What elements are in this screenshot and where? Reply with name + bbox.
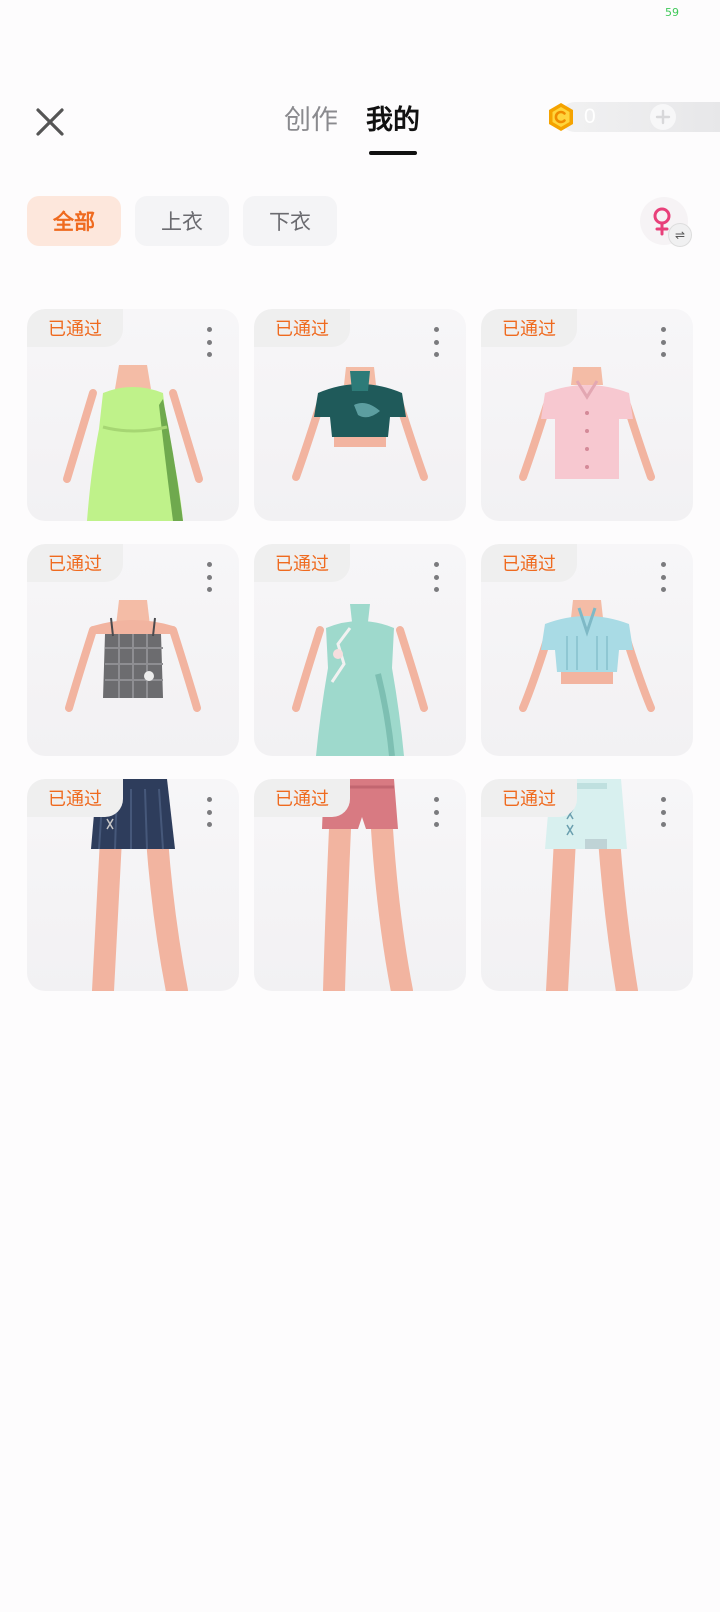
status-badge: 已通过	[481, 544, 577, 582]
status-badge: 已通过	[27, 544, 123, 582]
tab-create[interactable]: 创作	[270, 98, 352, 137]
more-options-button[interactable]	[432, 327, 440, 357]
garment-card[interactable]: 已通过	[254, 544, 466, 756]
swap-icon: ⇌	[668, 223, 692, 247]
more-options-button[interactable]	[659, 797, 667, 827]
status-badge: 已通过	[254, 544, 350, 582]
tab-bar: 创作 我的	[270, 98, 434, 155]
status-badge: 已通过	[481, 779, 577, 817]
add-coins-button[interactable]	[650, 104, 676, 130]
gender-toggle-button[interactable]: ⇌	[640, 197, 692, 247]
wardrobe-grid: 已通过 已通过 已通过 已通过 已通过 已通过 已通过 已通过 已通过	[27, 309, 693, 991]
garment-card[interactable]: 已通过	[254, 779, 466, 991]
coin-value: 0	[584, 105, 596, 128]
close-icon	[36, 108, 64, 136]
more-options-button[interactable]	[205, 327, 213, 357]
coin-icon	[549, 103, 573, 131]
garment-card[interactable]: 已通过	[27, 309, 239, 521]
status-badge: 已通过	[254, 309, 350, 347]
garment-card[interactable]: 已通过	[254, 309, 466, 521]
more-options-button[interactable]	[432, 562, 440, 592]
tab-create-label: 创作	[284, 105, 338, 136]
active-tab-indicator	[369, 151, 417, 155]
status-badge: 已通过	[481, 309, 577, 347]
top-bar: 创作 我的 0	[0, 88, 720, 158]
more-options-button[interactable]	[432, 797, 440, 827]
close-button[interactable]	[30, 102, 70, 142]
plus-icon	[655, 109, 671, 125]
more-options-button[interactable]	[659, 327, 667, 357]
garment-card[interactable]: 已通过	[481, 309, 693, 521]
status-badge: 已通过	[27, 309, 123, 347]
fps-counter: 59	[665, 6, 679, 19]
garment-card[interactable]: 已通过	[27, 544, 239, 756]
more-options-button[interactable]	[205, 797, 213, 827]
garment-card[interactable]: 已通过	[481, 544, 693, 756]
status-badge: 已通过	[27, 779, 123, 817]
status-badge: 已通过	[254, 779, 350, 817]
tab-mine-label: 我的	[366, 105, 420, 136]
more-options-button[interactable]	[659, 562, 667, 592]
tab-mine[interactable]: 我的	[352, 98, 434, 155]
filter-tops[interactable]: 上衣	[135, 196, 229, 246]
garment-card[interactable]: 已通过	[27, 779, 239, 991]
coin-balance[interactable]: 0	[546, 102, 720, 132]
category-filters: 全部 上衣 下衣	[27, 196, 337, 246]
filter-all[interactable]: 全部	[27, 196, 121, 246]
garment-card[interactable]: 已通过	[481, 779, 693, 991]
filter-bottoms[interactable]: 下衣	[243, 196, 337, 246]
more-options-button[interactable]	[205, 562, 213, 592]
